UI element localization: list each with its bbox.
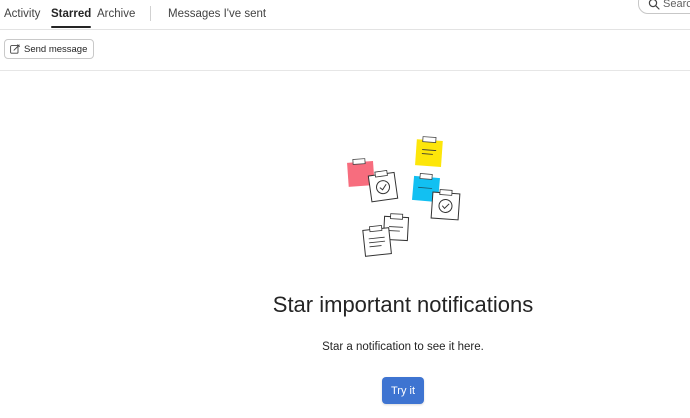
search-input[interactable] [663, 0, 690, 11]
sticky-notes-illustration [347, 136, 461, 257]
check-note-right [430, 189, 461, 221]
tab-messages-sent[interactable]: Messages I've sent [168, 7, 266, 21]
tab-archive[interactable]: Archive [97, 7, 135, 21]
search-box[interactable] [638, 0, 690, 14]
empty-state-subtitle: Star a notification to see it here. [322, 341, 484, 353]
send-message-label: Send message [24, 43, 88, 55]
compose-icon [10, 44, 20, 54]
empty-state-title: Star important notifications [272, 292, 534, 317]
lined-note-front [362, 225, 392, 257]
try-it-button[interactable]: Try it [382, 377, 424, 404]
notifications-page: Activity Starred Archive Messages I've s… [0, 0, 690, 418]
yellow-note [415, 136, 443, 167]
toolbar: Send message [0, 30, 690, 71]
tab-starred[interactable]: Starred [51, 7, 92, 28]
send-message-button[interactable]: Send message [4, 39, 95, 59]
tab-divider [150, 6, 151, 21]
tab-bar: Activity Starred Archive Messages I've s… [0, 0, 690, 30]
search-icon [648, 0, 660, 10]
tab-activity[interactable]: Activity [4, 7, 40, 21]
